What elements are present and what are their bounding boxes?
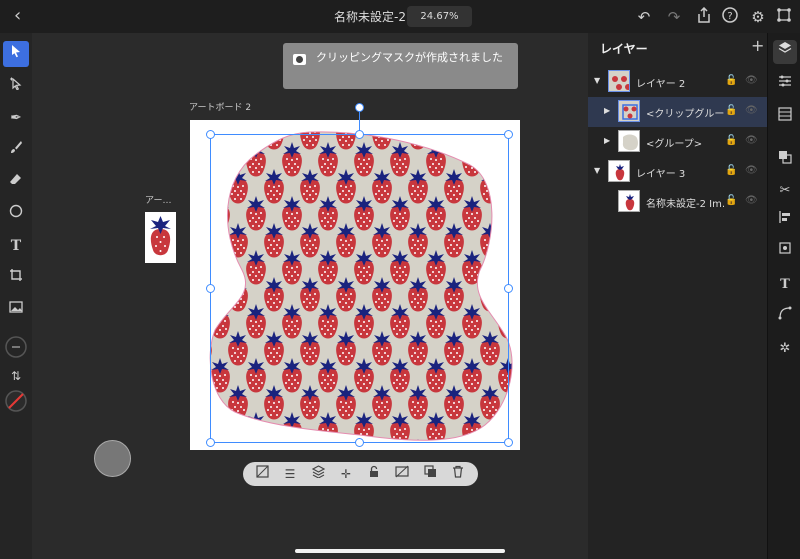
touch-shortcut-button[interactable] <box>94 440 131 477</box>
clipping-mask-icon <box>293 54 306 65</box>
artboard-label: アートボード 2 <box>189 103 252 113</box>
layer-name: 名称未設定-2 Im… <box>646 199 724 210</box>
clipping-mask-icon[interactable] <box>253 465 271 483</box>
document-title[interactable]: 名称未設定-2 <box>334 8 406 25</box>
eye-icon[interactable]: 👁 <box>745 165 758 176</box>
lock-icon[interactable]: 🔓 <box>725 75 737 86</box>
shape-tool-icon[interactable] <box>3 201 29 227</box>
undo-icon[interactable]: ↶ <box>634 7 654 27</box>
expand-caret-icon[interactable]: ▶ <box>604 106 610 115</box>
layer-thumbnail <box>608 70 630 92</box>
brush-tool-icon[interactable] <box>3 137 29 163</box>
layer-name: レイヤー 3 <box>636 169 686 180</box>
eye-icon[interactable]: 👁 <box>745 195 758 206</box>
resize-handle-bottom-left[interactable] <box>206 438 215 447</box>
back-icon[interactable]: ‹ <box>14 7 30 25</box>
help-icon[interactable]: ? <box>720 7 740 27</box>
type-tool-icon[interactable]: T <box>3 233 29 259</box>
share-icon[interactable] <box>694 6 714 27</box>
layer-name: レイヤー 2 <box>636 79 686 90</box>
fullscreen-icon[interactable] <box>774 7 794 27</box>
top-bar: ‹ 名称未設定-2 24.67% ↶ ↷ ? ⚙ <box>0 0 800 33</box>
zoom-level[interactable]: 24.67% <box>407 6 472 27</box>
lock-icon[interactable]: 🔓 <box>725 165 737 176</box>
add-layer-button[interactable]: + <box>751 36 764 55</box>
lock-icon[interactable]: 🔓 <box>725 195 737 206</box>
layers-icon[interactable] <box>773 40 797 64</box>
layer-thumbnail <box>618 190 640 212</box>
resize-handle-bottom-right[interactable] <box>504 438 513 447</box>
layers-panel: レイヤー + ▼ レイヤー 2 🔓 👁 ▶ <クリップグルー… 🔓 👁 ▶ <グ… <box>588 33 767 559</box>
trash-icon[interactable] <box>449 465 467 483</box>
resize-handle-bottom[interactable] <box>355 438 364 447</box>
layer-row[interactable]: 名称未設定-2 Im… 🔓 👁 <box>588 187 767 217</box>
properties-icon[interactable] <box>773 73 797 97</box>
swap-icon[interactable]: ⇅ <box>3 363 29 389</box>
fill-color-icon[interactable] <box>3 390 29 416</box>
gear-icon[interactable]: ⚙ <box>748 7 768 27</box>
eye-icon[interactable]: 👁 <box>745 135 758 146</box>
rotation-handle[interactable] <box>355 103 364 112</box>
expand-caret-icon[interactable]: ▶ <box>604 136 610 145</box>
hide-icon[interactable] <box>393 465 411 483</box>
pen-tool-icon[interactable]: ✒ <box>3 105 29 131</box>
toast-message: クリッピングマスクが作成されました <box>316 51 503 64</box>
arrange-icon[interactable] <box>773 149 797 173</box>
right-rail: ✂ T ✲ <box>767 33 800 559</box>
home-indicator[interactable] <box>295 549 505 553</box>
lock-icon[interactable]: 🔓 <box>725 105 737 116</box>
align-icon[interactable] <box>773 209 797 233</box>
resize-handle-top-left[interactable] <box>206 130 215 139</box>
artboard[interactable] <box>190 120 520 450</box>
path-icon[interactable] <box>773 305 797 329</box>
layers-stack-icon[interactable] <box>309 465 327 483</box>
collapse-caret-icon[interactable]: ▼ <box>594 166 600 175</box>
layer-row[interactable]: ▶ <クリップグルー… 🔓 👁 <box>588 97 767 127</box>
menu-lines-icon[interactable]: ☰ <box>281 465 299 483</box>
eye-icon[interactable]: 👁 <box>745 75 758 86</box>
lock-icon[interactable] <box>365 465 383 483</box>
resize-handle-right[interactable] <box>504 284 513 293</box>
libraries-icon[interactable] <box>773 106 797 130</box>
lock-icon[interactable]: 🔓 <box>725 135 737 146</box>
resize-handle-top[interactable] <box>355 130 364 139</box>
redo-icon[interactable]: ↷ <box>664 7 684 27</box>
crop-tool-icon[interactable] <box>3 265 29 291</box>
resize-handle-left[interactable] <box>206 284 215 293</box>
direct-select-tool-icon[interactable] <box>3 73 29 99</box>
clipped-strawberry-pattern[interactable] <box>190 120 520 450</box>
layer-thumbnail <box>618 130 640 152</box>
layer-row[interactable]: ▼ レイヤー 3 🔓 👁 <box>588 157 767 187</box>
layer-thumbnail <box>608 160 630 182</box>
layer-row[interactable]: ▼ レイヤー 2 🔓 👁 <box>588 67 767 97</box>
layer-name: <クリップグルー… <box>646 109 724 120</box>
toast-notification: クリッピングマスクが作成されました <box>283 43 518 89</box>
mini-artboard[interactable] <box>145 212 176 263</box>
left-toolbar: ✒ T ⇅ <box>0 33 32 559</box>
stroke-width-icon[interactable] <box>3 336 29 362</box>
image-tool-icon[interactable] <box>3 297 29 323</box>
eye-icon[interactable]: 👁 <box>745 105 758 116</box>
move-icon[interactable]: ✛ <box>337 465 355 483</box>
layer-row[interactable]: ▶ <グループ> 🔓 👁 <box>588 127 767 157</box>
context-toolbar: ☰ ✛ <box>243 462 478 486</box>
text-properties-icon[interactable]: T <box>773 273 797 297</box>
duplicate-icon[interactable] <box>421 465 439 483</box>
eraser-tool-icon[interactable] <box>3 169 29 195</box>
strawberry-thumbnail <box>150 216 171 256</box>
layer-thumbnail <box>618 100 640 122</box>
scissors-icon[interactable]: ✂ <box>773 179 797 203</box>
layer-name: <グループ> <box>646 139 703 150</box>
select-tool-icon[interactable] <box>3 41 29 67</box>
resize-handle-top-right[interactable] <box>504 130 513 139</box>
mini-artboard-label: アー… <box>145 196 172 206</box>
svg-text:?: ? <box>727 11 732 22</box>
layers-panel-title: レイヤー <box>600 42 648 56</box>
plugins-icon[interactable]: ✲ <box>773 337 797 361</box>
collapse-caret-icon[interactable]: ▼ <box>594 76 600 85</box>
transform-icon[interactable] <box>773 240 797 264</box>
